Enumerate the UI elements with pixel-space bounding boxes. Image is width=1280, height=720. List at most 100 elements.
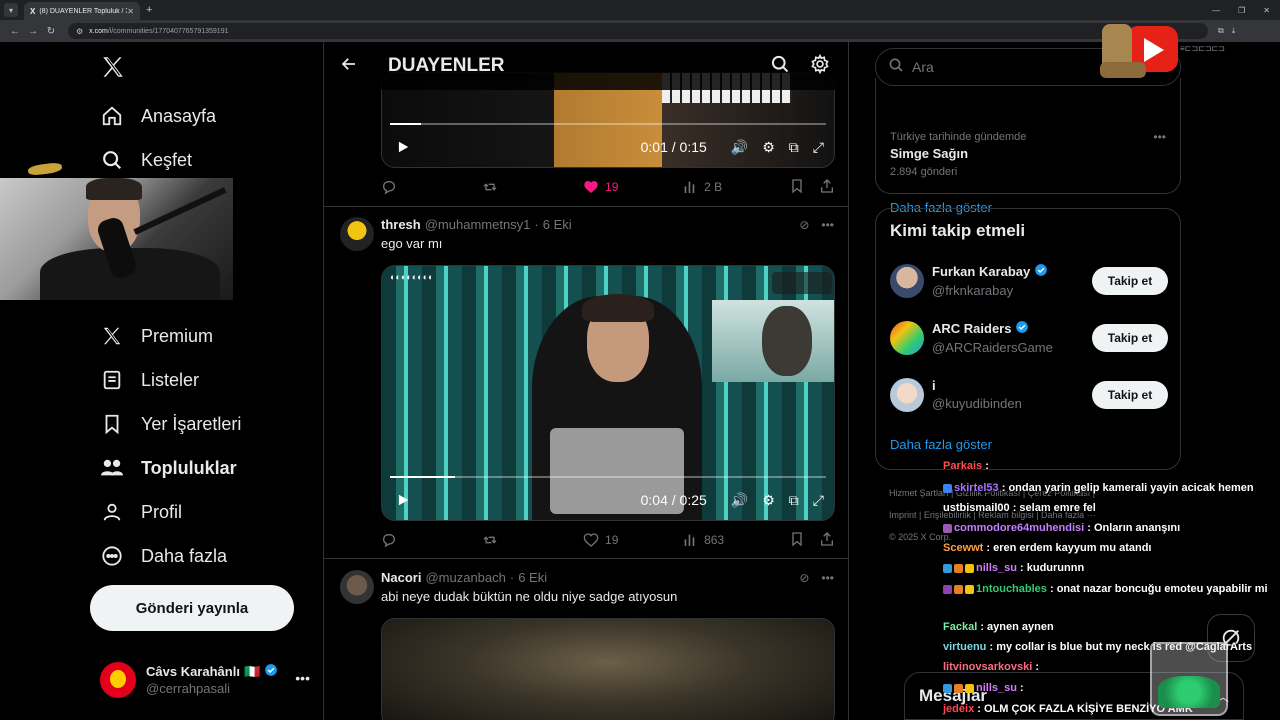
avatar[interactable]: [890, 264, 924, 298]
youtube-logo-overlay: [1100, 24, 1180, 80]
avatar[interactable]: [340, 217, 374, 251]
video-time: 0:04 / 0:25: [640, 492, 707, 508]
account-switcher[interactable]: Câvs Karahânlı 🇮🇹 @cerrahpasali •••: [100, 660, 310, 700]
follow-button[interactable]: Takip et: [1092, 381, 1168, 409]
tweet[interactable]: Nacori @muzanbach · 6 Eki ⊘ ••• abi neye…: [340, 570, 834, 604]
bookmark-icon[interactable]: [789, 178, 805, 197]
video-progress-bar[interactable]: [390, 123, 826, 125]
sidebar-item-profile[interactable]: Profil: [100, 497, 182, 527]
views-stat[interactable]: 863: [682, 532, 789, 548]
site-info-icon[interactable]: ⚙: [76, 27, 83, 36]
more-horizontal-icon[interactable]: •••: [295, 670, 310, 686]
avatar[interactable]: [890, 321, 924, 355]
tweet-date[interactable]: 6 Eki: [543, 217, 572, 232]
video-progress-bar[interactable]: [390, 476, 826, 478]
chat-user: jedeix: [943, 703, 975, 715]
volume-icon[interactable]: 🔊: [731, 139, 748, 156]
browser-tab[interactable]: X (8) DUAYENLER Topluluk / X ✕: [24, 2, 140, 20]
avatar[interactable]: [340, 570, 374, 604]
follow-suggestion[interactable]: ARC Raiders @ARCRaidersGame Takip et: [890, 318, 1168, 358]
tip-jar-overlay: [1150, 642, 1228, 716]
search-icon[interactable]: [770, 54, 790, 79]
video-settings-icon[interactable]: ⚙: [762, 139, 775, 156]
reload-icon[interactable]: ↻: [42, 26, 60, 37]
play-icon[interactable]: [396, 493, 410, 507]
follow-suggestion[interactable]: i @kuyudibinden Takip et: [890, 375, 1168, 415]
back-arrow-icon[interactable]: [340, 55, 360, 78]
pip-icon[interactable]: ⧉: [789, 492, 799, 509]
sidebar-item-premium[interactable]: Premium: [100, 321, 213, 351]
view-count: 2 B: [704, 180, 723, 194]
tab-close-icon[interactable]: ✕: [127, 7, 134, 16]
avatar[interactable]: [890, 378, 924, 412]
sidebar-item-bookmarks[interactable]: Yer İşaretleri: [100, 409, 241, 439]
sidebar-item-lists[interactable]: Listeler: [100, 365, 199, 395]
trend-name[interactable]: Simge Sağın: [890, 146, 1166, 161]
sidebar-item-explore[interactable]: Keşfet: [100, 145, 192, 175]
download-icon[interactable]: ⤓: [1232, 26, 1236, 36]
tweet-author-name[interactable]: Nacori: [381, 570, 421, 585]
repost-icon[interactable]: [482, 532, 583, 548]
overlay-glyphs: ≡⊏⊐⊏⊐⊏⊐: [1180, 44, 1225, 53]
share-icon[interactable]: [819, 178, 835, 197]
pip-icon[interactable]: ⧉: [789, 139, 799, 156]
tweet-author-handle[interactable]: @muzanbach: [425, 570, 505, 585]
share-icon[interactable]: [819, 531, 835, 550]
post-image[interactable]: [381, 618, 835, 720]
reply-icon[interactable]: [381, 179, 482, 195]
minimize-icon[interactable]: —: [1212, 6, 1220, 15]
video-settings-icon[interactable]: ⚙: [762, 492, 775, 509]
tweet-author-name[interactable]: thresh: [381, 217, 421, 232]
chat-message: 1ntouchables : onat nazar boncuğu emoteu…: [943, 583, 1268, 595]
more-horizontal-icon[interactable]: •••: [1153, 130, 1166, 144]
settings-gear-icon[interactable]: [810, 53, 830, 79]
fullscreen-icon[interactable]: ⤢: [813, 139, 824, 156]
close-window-icon[interactable]: ✕: [1263, 6, 1270, 15]
forward-icon[interactable]: →: [24, 26, 42, 37]
fullscreen-icon[interactable]: ⤢: [813, 492, 824, 509]
tweet-text: abi neye dudak büktün ne oldu niye sadge…: [381, 589, 678, 604]
suggested-user-name[interactable]: i: [932, 377, 936, 395]
tweet[interactable]: thresh @muhammetnsy1 · 6 Eki ⊘ ••• ego v…: [340, 217, 834, 251]
sidebar-item-more[interactable]: Daha fazla: [100, 541, 227, 571]
chat-user: Fackal: [943, 621, 978, 633]
chat-user: virtuenu: [943, 641, 987, 653]
tweet-date[interactable]: 6 Eki: [518, 570, 547, 585]
grok-icon[interactable]: ⊘: [799, 571, 809, 585]
grok-icon[interactable]: ⊘: [799, 218, 809, 232]
show-more-link[interactable]: Daha fazla göster: [890, 437, 992, 452]
sidebar-item-communities[interactable]: Topluluklar: [100, 453, 237, 483]
list-icon: [100, 368, 124, 392]
sidebar-item-label: Yer İşaretleri: [141, 413, 242, 434]
like-button[interactable]: 19: [583, 532, 682, 548]
sidebar-item-home[interactable]: Anasayfa: [100, 101, 216, 131]
follow-button[interactable]: Takip et: [1092, 267, 1168, 295]
restore-icon[interactable]: ❐: [1238, 6, 1245, 15]
avatar: [100, 662, 136, 698]
extensions-icon[interactable]: ⧉: [1218, 26, 1224, 36]
new-tab-button[interactable]: +: [146, 4, 152, 16]
back-icon[interactable]: ←: [6, 26, 24, 37]
more-horizontal-icon[interactable]: •••: [821, 218, 834, 232]
tweet-author-handle[interactable]: @muhammetnsy1: [425, 217, 531, 232]
play-icon[interactable]: [396, 140, 410, 154]
x-logo-icon[interactable]: [100, 54, 126, 87]
views-stat[interactable]: 2 B: [682, 179, 789, 195]
post-button[interactable]: Gönderi yayınla: [90, 585, 294, 631]
sidebar-item-label: Topluluklar: [141, 457, 237, 478]
video-overlay-emotes: ◐◐◐◐◐◐◐◐: [390, 272, 434, 282]
url-field[interactable]: ⚙ x.com/i/communities/177040776579135919…: [68, 23, 1208, 39]
volume-icon[interactable]: 🔊: [731, 492, 748, 509]
reply-icon[interactable]: [381, 532, 482, 548]
video-player[interactable]: ◐◐◐◐◐◐◐◐ 0:04 / 0:25 🔊 ⚙ ⧉ ⤢: [381, 265, 835, 521]
like-button[interactable]: 19: [583, 179, 682, 195]
more-horizontal-icon[interactable]: •••: [821, 571, 834, 585]
suggested-user-name[interactable]: ARC Raiders: [932, 320, 1011, 338]
tab-search-button[interactable]: ▾: [4, 3, 18, 17]
follow-suggestion[interactable]: Furkan Karabay @frknkarabay Takip et: [890, 261, 1168, 301]
repost-icon[interactable]: [482, 179, 583, 195]
suggested-user-name[interactable]: Furkan Karabay: [932, 263, 1030, 281]
bookmark-icon[interactable]: [789, 531, 805, 550]
url-path: /i/communities/1770407765791359191: [107, 27, 229, 35]
follow-button[interactable]: Takip et: [1092, 324, 1168, 352]
